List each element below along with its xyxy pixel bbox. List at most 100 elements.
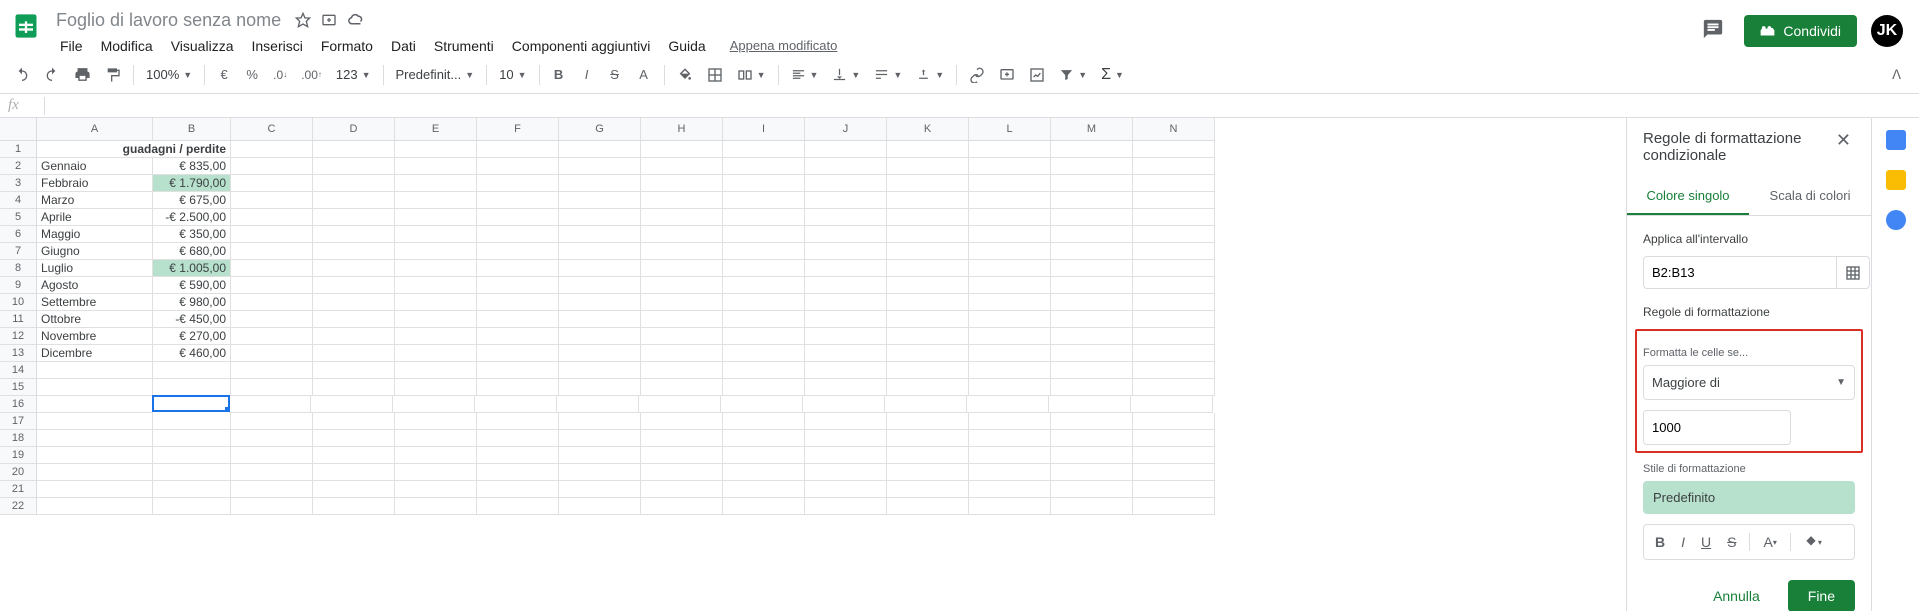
- cell[interactable]: € 270,00: [153, 328, 231, 345]
- cell[interactable]: [805, 192, 887, 209]
- cell[interactable]: [313, 379, 395, 396]
- cell[interactable]: [559, 141, 641, 158]
- cell[interactable]: [395, 243, 477, 260]
- merge-cells-button[interactable]: ▼: [731, 63, 772, 87]
- cell[interactable]: [1133, 243, 1215, 260]
- cell[interactable]: [313, 345, 395, 362]
- cell[interactable]: [313, 192, 395, 209]
- cell[interactable]: [887, 260, 969, 277]
- cell[interactable]: [395, 447, 477, 464]
- cell[interactable]: [1133, 192, 1215, 209]
- menu-componenti aggiuntivi[interactable]: Componenti aggiuntivi: [504, 34, 659, 58]
- cell[interactable]: [641, 379, 723, 396]
- condition-value-input[interactable]: [1643, 410, 1791, 445]
- row-header[interactable]: 1: [0, 141, 37, 158]
- cell[interactable]: [395, 464, 477, 481]
- cell[interactable]: [153, 362, 231, 379]
- cell[interactable]: [887, 311, 969, 328]
- cell[interactable]: [805, 328, 887, 345]
- cell[interactable]: [231, 447, 313, 464]
- select-range-button[interactable]: [1837, 256, 1870, 289]
- cell[interactable]: [231, 413, 313, 430]
- cell[interactable]: [805, 294, 887, 311]
- cell[interactable]: [723, 430, 805, 447]
- cell[interactable]: [641, 209, 723, 226]
- cell[interactable]: [1051, 345, 1133, 362]
- cell[interactable]: [723, 175, 805, 192]
- cell[interactable]: [37, 430, 153, 447]
- menu-formato[interactable]: Formato: [313, 34, 381, 58]
- cell[interactable]: [153, 498, 231, 515]
- tab-color-scale[interactable]: Scala di colori: [1749, 178, 1871, 215]
- cell[interactable]: [641, 260, 723, 277]
- cell[interactable]: [1133, 328, 1215, 345]
- cell[interactable]: [1131, 396, 1213, 413]
- calendar-addon-icon[interactable]: [1886, 130, 1906, 150]
- menu-dati[interactable]: Dati: [383, 34, 424, 58]
- cell[interactable]: € 590,00: [153, 277, 231, 294]
- cell[interactable]: [1051, 379, 1133, 396]
- undo-button[interactable]: [8, 62, 36, 88]
- cell[interactable]: [1051, 175, 1133, 192]
- col-header[interactable]: M: [1051, 118, 1133, 141]
- cell[interactable]: [477, 430, 559, 447]
- cell[interactable]: [969, 447, 1051, 464]
- cell[interactable]: Dicembre: [37, 345, 153, 362]
- cell[interactable]: € 1.790,00: [153, 175, 231, 192]
- cell[interactable]: [1051, 311, 1133, 328]
- cancel-button[interactable]: Annulla: [1693, 580, 1780, 611]
- cell[interactable]: [1133, 413, 1215, 430]
- cell[interactable]: [723, 328, 805, 345]
- cell[interactable]: [559, 158, 641, 175]
- cell[interactable]: [805, 243, 887, 260]
- cell[interactable]: [231, 277, 313, 294]
- cell[interactable]: [805, 498, 887, 515]
- comments-icon[interactable]: [1696, 12, 1730, 49]
- cell[interactable]: [969, 294, 1051, 311]
- cell[interactable]: [37, 413, 153, 430]
- print-button[interactable]: [68, 62, 97, 88]
- tasks-addon-icon[interactable]: [1886, 210, 1906, 230]
- row-header[interactable]: 4: [0, 192, 37, 209]
- cell[interactable]: [37, 379, 153, 396]
- cell[interactable]: [805, 379, 887, 396]
- cell[interactable]: [1051, 362, 1133, 379]
- cell[interactable]: [395, 481, 477, 498]
- strikethrough-button[interactable]: S: [602, 62, 628, 88]
- star-icon[interactable]: [295, 12, 311, 28]
- cell[interactable]: [805, 277, 887, 294]
- cell[interactable]: [477, 243, 559, 260]
- cell[interactable]: [1051, 158, 1133, 175]
- keep-addon-icon[interactable]: [1886, 170, 1906, 190]
- currency-button[interactable]: €: [211, 62, 237, 88]
- row-header[interactable]: 22: [0, 498, 37, 515]
- cell[interactable]: [231, 328, 313, 345]
- cell[interactable]: [641, 226, 723, 243]
- cell[interactable]: [1051, 141, 1133, 158]
- col-header[interactable]: N: [1133, 118, 1215, 141]
- cell[interactable]: [887, 345, 969, 362]
- cell[interactable]: [969, 209, 1051, 226]
- cell[interactable]: [805, 362, 887, 379]
- cell[interactable]: [313, 243, 395, 260]
- col-header[interactable]: B: [153, 118, 231, 141]
- cell[interactable]: [723, 481, 805, 498]
- cell[interactable]: [805, 481, 887, 498]
- cell[interactable]: [1051, 498, 1133, 515]
- cell[interactable]: [721, 396, 803, 413]
- cell[interactable]: [559, 379, 641, 396]
- cell[interactable]: [969, 345, 1051, 362]
- cell[interactable]: [1051, 447, 1133, 464]
- cell[interactable]: [231, 226, 313, 243]
- cell[interactable]: [395, 175, 477, 192]
- cell[interactable]: [887, 481, 969, 498]
- cell[interactable]: [641, 498, 723, 515]
- cell[interactable]: [1133, 481, 1215, 498]
- cell[interactable]: [477, 362, 559, 379]
- doc-title[interactable]: Foglio di lavoro senza nome: [52, 8, 285, 33]
- cell[interactable]: [559, 260, 641, 277]
- cell[interactable]: [559, 192, 641, 209]
- font-dropdown[interactable]: Predefinit...▼: [390, 63, 481, 86]
- cell[interactable]: [641, 447, 723, 464]
- cell[interactable]: [153, 464, 231, 481]
